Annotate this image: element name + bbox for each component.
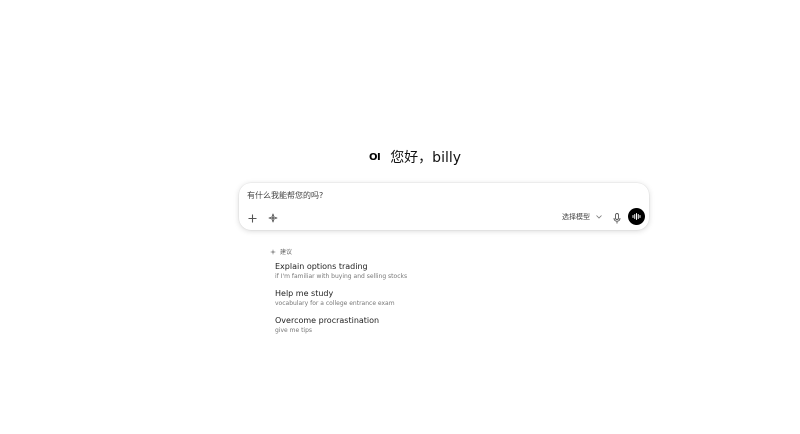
microphone-button[interactable] xyxy=(611,211,623,225)
app-logo: OI xyxy=(368,151,381,163)
chat-input-box: 选择模型 xyxy=(239,183,649,230)
suggestion-title: Overcome procrastination xyxy=(275,316,380,325)
suggestion-item[interactable]: Overcome procrastination give me tips xyxy=(275,316,575,335)
model-select[interactable]: 选择模型 xyxy=(562,212,602,222)
suggestion-subtitle: give me tips xyxy=(275,327,313,334)
plus-icon xyxy=(247,213,257,223)
suggestion-title: Help me study xyxy=(275,289,334,298)
suggestion-subtitle: if I'm familiar with buying and selling … xyxy=(275,273,408,280)
sparkle-icon xyxy=(270,248,276,255)
suggestions-header-label: 建议 xyxy=(280,249,293,256)
microphone-icon xyxy=(613,212,621,223)
suggestion-item[interactable]: Explain options trading if I'm familiar … xyxy=(275,262,575,281)
tools-icon xyxy=(268,213,278,223)
voice-waveform-icon xyxy=(632,213,641,220)
voice-mode-button[interactable] xyxy=(628,208,645,225)
greeting-text: 您好，billy xyxy=(390,150,462,166)
suggestions-list: Explain options trading if I'm familiar … xyxy=(275,262,575,343)
model-select-label: 选择模型 xyxy=(562,213,590,221)
chevron-down-icon xyxy=(596,215,602,219)
tools-button[interactable] xyxy=(266,211,280,225)
suggestions-header: 建议 xyxy=(270,247,292,256)
chat-input[interactable] xyxy=(247,191,627,200)
chat-home-page: OI 您好，billy 选择模型 xyxy=(0,0,800,434)
suggestion-title: Explain options trading xyxy=(275,262,368,271)
suggestion-subtitle: vocabulary for a college entrance exam xyxy=(275,300,395,307)
greeting: OI 您好，billy xyxy=(0,147,800,167)
add-button[interactable] xyxy=(245,211,259,225)
suggestion-item[interactable]: Help me study vocabulary for a college e… xyxy=(275,289,575,308)
